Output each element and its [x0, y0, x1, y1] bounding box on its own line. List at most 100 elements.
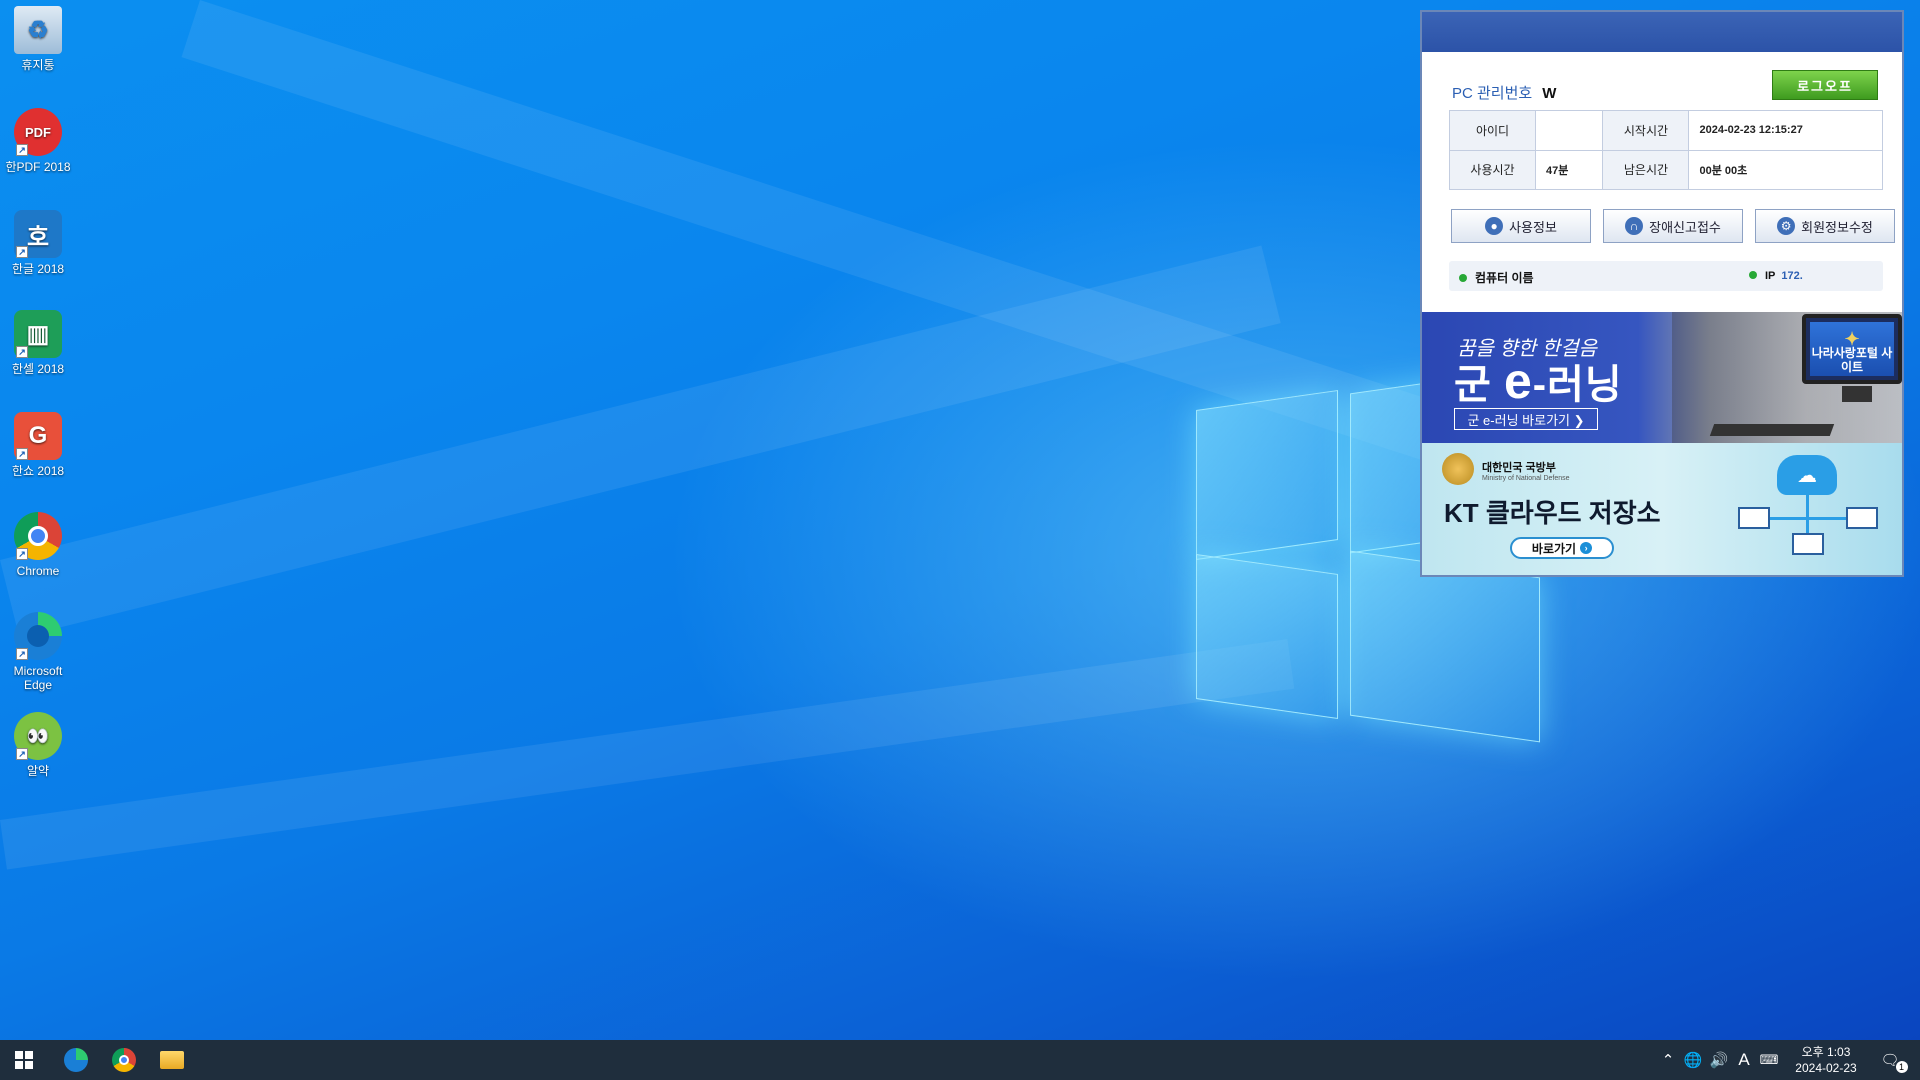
desktop-icon-hanpdf[interactable]: PDF ↗ 한PDF 2018: [4, 108, 72, 174]
edit-member-label: 회원정보수정: [1801, 219, 1873, 235]
edit-member-button[interactable]: ⚙ 회원정보수정: [1755, 209, 1895, 243]
desktop-icon-label: Microsoft Edge: [13, 664, 63, 692]
pc-management-panel: PC 관리번호 W 로그오프 아이디 시작시간 2024-02-23 12:15:…: [1420, 10, 1904, 577]
ip-status-dot: [1749, 271, 1757, 279]
volume-button[interactable]: 🔊: [1706, 1040, 1732, 1080]
desktop-icon-recycle-bin[interactable]: ♻ 휴지통: [4, 6, 72, 72]
clock-time: 오후 1:03: [1801, 1045, 1851, 1059]
chrome-icon: ↗: [14, 512, 62, 560]
alyac-icon: 👀 ↗: [14, 712, 62, 760]
windows-logo-pane-br: [1350, 550, 1540, 743]
cloud-wifi-icon: ☁: [1777, 455, 1837, 495]
status-bar: 컴퓨터 이름 IP 172.: [1449, 261, 1883, 291]
elearning-title: 군 e-러닝: [1454, 353, 1623, 409]
id-label: 아이디: [1449, 110, 1536, 151]
desktop-icon-chrome[interactable]: ↗ Chrome: [4, 512, 72, 578]
taskbar-edge[interactable]: [52, 1040, 100, 1080]
id-value: [1534, 110, 1604, 151]
used-time-value: 47분: [1534, 149, 1604, 190]
elearning-banner[interactable]: 꿈을 향한 한걸음 군 e-러닝 군 e-러닝 바로가기 ❯ ✦ 나라사랑포털 …: [1422, 312, 1902, 443]
edge-icon: [64, 1048, 88, 1072]
keyboard-layout-button[interactable]: ⌨: [1756, 1040, 1782, 1080]
start-icon: [15, 1051, 33, 1069]
computer-name-label: 컴퓨터 이름: [1475, 271, 1534, 285]
desktop-icon-hancell[interactable]: ▥ ↗ 한셀 2018: [4, 310, 72, 376]
ip-label: IP: [1765, 270, 1776, 282]
chevron-up-icon: ⌃: [1661, 1052, 1675, 1069]
headset-icon: ∩: [1625, 217, 1644, 235]
emblem-icon: ✦: [1844, 329, 1860, 349]
globe-icon: 🌐: [1683, 1052, 1703, 1069]
windows-logo-pane-bl: [1196, 554, 1338, 719]
taskbar: ⌃ 🌐 🔊 A ⌨ 오후 1:03 2024-02-23 🗨 1: [0, 1040, 1920, 1080]
show-hidden-icons-button[interactable]: ⌃: [1656, 1040, 1680, 1080]
korean-ime-icon: ⌨: [1759, 1052, 1779, 1067]
start-time-label: 시작시간: [1602, 110, 1690, 151]
desktop-icon-label: 휴지통: [21, 58, 55, 72]
hanpdf-icon: PDF ↗: [14, 108, 62, 156]
desktop-icon-label: 한셀 2018: [11, 362, 65, 376]
taskbar-chrome[interactable]: [100, 1040, 148, 1080]
keyboard-image: [1709, 424, 1835, 436]
nara-portal-text: 나라사랑포털 사이트: [1811, 346, 1893, 374]
speaker-icon: 🔊: [1709, 1052, 1729, 1069]
chrome-icon: [112, 1048, 136, 1072]
report-issue-button[interactable]: ∩ 장애신고접수: [1603, 209, 1743, 243]
online-status-dot: [1459, 274, 1467, 282]
session-info-table: 아이디 시작시간 2024-02-23 12:15:27 사용시간 47분 남은…: [1449, 110, 1883, 190]
edge-icon: ↗: [14, 612, 62, 660]
taskbar-file-explorer[interactable]: [148, 1040, 196, 1080]
network-pc-icon: [1792, 533, 1824, 555]
chevron-right-icon: ›: [1580, 542, 1593, 554]
gear-icon: ⚙: [1777, 217, 1796, 235]
logoff-button[interactable]: 로그오프: [1772, 70, 1878, 100]
panel-titlebar[interactable]: [1422, 12, 1902, 52]
remaining-time-value: 00분 00초: [1688, 149, 1883, 190]
desktop-icon-alyac[interactable]: 👀 ↗ 알약: [4, 712, 72, 778]
desktop-icon-label: 한글 2018: [11, 262, 65, 276]
report-issue-label: 장애신고접수: [1649, 219, 1721, 235]
network-pc-icon: [1846, 507, 1878, 529]
desktop-icon-label: Chrome: [16, 564, 60, 578]
desktop-icon-label: 알약: [26, 764, 50, 778]
desktop-icon-hangul[interactable]: 호 ↗ 한글 2018: [4, 210, 72, 276]
network-pc-icon: [1738, 507, 1770, 529]
used-time-label: 사용시간: [1449, 149, 1536, 190]
clock-date: 2024-02-23: [1795, 1061, 1857, 1075]
usage-info-label: 사용정보: [1509, 219, 1557, 235]
pc-number-label: PC 관리번호: [1452, 85, 1533, 102]
ime-mode-button[interactable]: A: [1732, 1040, 1756, 1080]
start-time-value: 2024-02-23 12:15:27: [1688, 110, 1883, 151]
org-name: 대한민국 국방부 Ministry of National Defense: [1482, 462, 1570, 482]
notification-badge: 1: [1895, 1061, 1908, 1073]
start-button[interactable]: [0, 1040, 48, 1080]
monitor-image[interactable]: ✦ 나라사랑포털 사이트: [1802, 314, 1902, 384]
hancell-icon: ▥ ↗: [14, 310, 62, 358]
desktop-icon-label: 한쇼 2018: [11, 464, 65, 478]
usage-info-button[interactable]: ● 사용정보: [1451, 209, 1591, 243]
remaining-time-label: 남은시간: [1602, 149, 1690, 190]
go-button-label: 바로가기: [1531, 541, 1577, 556]
elearning-link[interactable]: 군 e-러닝 바로가기 ❯: [1454, 408, 1598, 430]
monitor-stand: [1842, 386, 1872, 402]
taskbar-clock[interactable]: 오후 1:03 2024-02-23: [1786, 1044, 1866, 1076]
kt-cloud-banner[interactable]: 대한민국 국방부 Ministry of National Defense KT…: [1422, 443, 1902, 575]
file-explorer-icon: [160, 1051, 184, 1069]
mnd-emblem-icon: [1442, 453, 1474, 485]
kt-cloud-title: KT 클라우드 저장소: [1444, 498, 1661, 528]
hangul-icon: 호 ↗: [14, 210, 62, 258]
desktop-icon-edge[interactable]: ↗ Microsoft Edge: [4, 612, 72, 692]
hanshow-icon: G ↗: [14, 412, 62, 460]
desktop-icon-hanshow[interactable]: G ↗ 한쇼 2018: [4, 412, 72, 478]
desktop-icon-label: 한PDF 2018: [5, 160, 71, 174]
ime-mode-label: A: [1738, 1050, 1750, 1069]
go-button[interactable]: 바로가기 ›: [1510, 537, 1614, 559]
ip-value: 172.: [1781, 270, 1803, 282]
network-button[interactable]: 🌐: [1680, 1040, 1706, 1080]
user-icon: ●: [1485, 217, 1504, 235]
pc-number-value: W: [1542, 85, 1557, 102]
notification-icon: 🗨 1: [1880, 1051, 1908, 1073]
notification-center-button[interactable]: 🗨 1: [1870, 1040, 1910, 1080]
windows-logo-pane-tl: [1196, 390, 1338, 560]
recycle-bin-icon: ♻: [14, 6, 62, 54]
